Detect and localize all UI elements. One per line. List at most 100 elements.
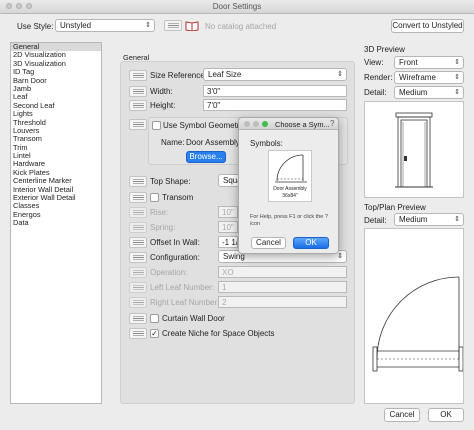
left-leaf-style-icon [129, 282, 147, 293]
preview-3d-heading: 3D Preview [364, 45, 405, 54]
door-front-elevation-icon [395, 112, 433, 188]
chevron-updown-icon: ⇕ [454, 216, 460, 223]
render-value: Wireframe [399, 73, 436, 82]
help-question-icon[interactable]: ? [330, 119, 334, 128]
left-leaf-number-label: Left Leaf Number: [150, 283, 215, 292]
chevron-updown-icon: ⇕ [454, 59, 460, 66]
configuration-style-icon[interactable] [129, 252, 147, 263]
chevron-updown-icon: ⇕ [454, 89, 460, 96]
top-shape-style-icon[interactable] [129, 176, 147, 187]
render-label: Render: [364, 73, 393, 82]
width-field[interactable]: 3'0" [203, 85, 347, 97]
top-shape-dropdown[interactable]: Squar [218, 174, 240, 187]
rise-label: Rise: [150, 208, 169, 217]
curtain-wall-style-icon[interactable] [129, 313, 147, 324]
style-options-icon[interactable] [164, 20, 182, 31]
left-leaf-number-field: 1 [218, 281, 347, 293]
size-reference-label: Size Reference: [150, 71, 207, 80]
transom-label: Transom [162, 193, 194, 202]
operation-dropdown: XO [218, 266, 347, 278]
detail-3d-dropdown[interactable]: Medium ⇕ [394, 86, 464, 99]
view-dropdown[interactable]: Front ⇕ [394, 56, 464, 69]
height-style-icon[interactable] [129, 100, 147, 111]
dialog-zoom-icon[interactable] [262, 121, 268, 127]
symbol-name: Door Assembly [273, 186, 307, 192]
detail-plan-value: Medium [399, 215, 428, 224]
height-label: Height: [150, 101, 176, 110]
spring-label: Spring: [150, 223, 176, 232]
create-niche-label: Create Niche for Space Objects [162, 329, 275, 338]
render-dropdown[interactable]: Wireframe ⇕ [394, 71, 464, 84]
rise-style-icon [129, 207, 147, 218]
ok-button[interactable]: OK [428, 408, 464, 422]
catalog-book-icon[interactable] [185, 20, 199, 32]
preview-plan-canvas[interactable] [364, 228, 464, 404]
preview-3d-canvas[interactable] [364, 101, 464, 198]
offset-style-icon[interactable] [129, 237, 147, 248]
size-reference-value: Leaf Size [208, 70, 242, 79]
operation-label: Operation: [150, 268, 188, 277]
sidebar-item[interactable]: Data [11, 218, 101, 227]
right-leaf-number-field: 2 [218, 296, 347, 308]
window-title: Door Settings [212, 2, 262, 11]
symbol-name-value: Door Assembly [186, 138, 240, 147]
door-symbol-icon [275, 154, 307, 183]
symbols-label: Symbols: [250, 139, 283, 148]
spring-style-icon [129, 222, 147, 233]
offset-in-wall-label: Offset In Wall: [150, 238, 200, 247]
curtain-wall-door-checkbox[interactable] [150, 314, 159, 323]
curtain-wall-door-label: Curtain Wall Door [162, 314, 225, 323]
chevron-updown-icon: ⇕ [145, 22, 151, 29]
offset-in-wall-field[interactable]: -1 1/2" [218, 236, 238, 248]
use-style-dropdown[interactable]: Unstyled ⇕ [55, 19, 155, 32]
symbol-name-label: Name: [161, 138, 185, 147]
convert-to-unstyled-button[interactable]: Convert to Unstyled [391, 19, 464, 33]
cancel-button[interactable]: Cancel [384, 408, 420, 422]
transom-style-icon[interactable] [129, 192, 147, 203]
width-style-icon[interactable] [129, 86, 147, 97]
detail-plan-dropdown[interactable]: Medium ⇕ [394, 213, 464, 226]
dialog-minimize-icon[interactable] [253, 121, 259, 127]
chevron-updown-icon: ⇕ [337, 253, 343, 260]
detail-3d-label: Detail: [364, 88, 387, 97]
rise-field: 10" [218, 206, 238, 218]
title-bar: Door Settings [0, 0, 474, 14]
operation-style-icon [129, 267, 147, 278]
detail-3d-value: Medium [399, 88, 428, 97]
symbol-thumbnail[interactable]: Door Assembly 36x84" [268, 150, 312, 202]
dialog-close-icon[interactable] [244, 121, 250, 127]
niche-style-icon[interactable] [129, 328, 147, 339]
view-label: View: [364, 58, 384, 67]
height-field[interactable]: 7'0" [203, 99, 347, 111]
transom-checkbox[interactable] [150, 193, 159, 202]
dialog-title-bar: Choose a Sym... ? [239, 118, 338, 130]
help-text: For Help, press F1 or click the ? icon [250, 214, 328, 227]
choose-symbol-dialog[interactable]: Choose a Sym... ? Symbols: Door Assembly… [238, 117, 339, 254]
right-leaf-number-label: Right Leaf Number: [150, 298, 220, 307]
width-label: Width: [150, 87, 173, 96]
symbol-geometry-style-icon[interactable] [129, 119, 147, 130]
use-style-value: Unstyled [60, 21, 92, 30]
symbol-size: 36x84" [282, 193, 298, 199]
settings-pane-list[interactable]: General 2D Visualization 3D Visualization I… [10, 42, 102, 404]
right-leaf-style-icon [129, 297, 147, 308]
chevron-updown-icon: ⇕ [337, 71, 343, 78]
size-reference-style-icon[interactable] [129, 70, 147, 81]
use-symbol-geometry-checkbox[interactable] [152, 121, 161, 130]
detail-plan-label: Detail: [364, 216, 387, 225]
use-symbol-geometry-label: Use Symbol Geometry [163, 121, 244, 130]
door-plan-view-icon [372, 276, 464, 372]
dialog-ok-button[interactable]: OK [293, 237, 329, 249]
top-shape-label: Top Shape: [150, 177, 191, 186]
preview-plan-heading: Top/Plan Preview [364, 203, 426, 212]
view-value: Front [399, 58, 418, 67]
chevron-updown-icon: ⇕ [454, 74, 460, 81]
dialog-title: Choose a Sym... [275, 120, 330, 129]
browse-button[interactable]: Browse... [186, 151, 226, 163]
create-niche-checkbox[interactable]: ✓ [150, 329, 159, 338]
use-style-label: Use Style: [17, 22, 54, 31]
size-reference-dropdown[interactable]: Leaf Size ⇕ [203, 68, 347, 81]
spring-field: 10" [218, 221, 238, 233]
configuration-label: Configuration: [150, 253, 200, 262]
dialog-cancel-button[interactable]: Cancel [251, 237, 286, 249]
